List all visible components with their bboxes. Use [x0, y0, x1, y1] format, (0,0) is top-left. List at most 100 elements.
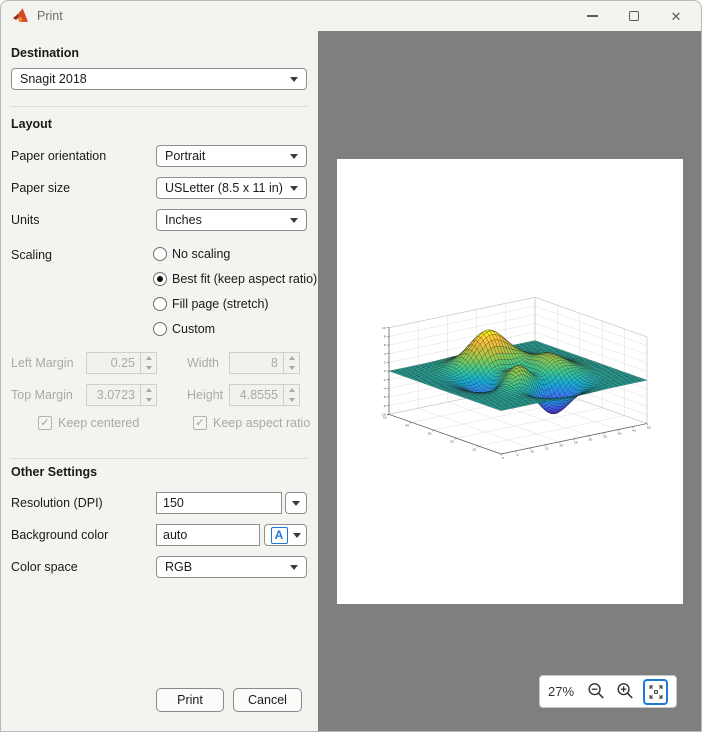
- svg-text:35: 35: [603, 435, 607, 439]
- resolution-dropdown-button[interactable]: [285, 492, 307, 514]
- radio-label: No scaling: [172, 247, 230, 261]
- window-title: Print: [37, 9, 63, 23]
- resolution-value: 150: [163, 496, 184, 510]
- left-margin-stepper[interactable]: 0.25: [86, 352, 157, 374]
- scaling-label: Scaling: [11, 248, 52, 262]
- radio-label: Best fit (keep aspect ratio): [172, 272, 317, 286]
- chevron-down-icon: [290, 77, 298, 82]
- spin-down-icon: [289, 366, 295, 370]
- units-label: Units: [11, 213, 39, 227]
- top-margin-stepper[interactable]: 3.0723: [86, 384, 157, 406]
- svg-text:5: 5: [516, 453, 518, 457]
- svg-text:45: 45: [632, 428, 636, 432]
- minimize-button[interactable]: [571, 1, 613, 31]
- color-space-value: RGB: [165, 560, 290, 574]
- background-color-picker-button[interactable]: A: [264, 524, 307, 546]
- minimize-icon: [587, 15, 598, 16]
- cancel-button[interactable]: Cancel: [233, 688, 302, 712]
- destination-heading: Destination: [11, 46, 79, 60]
- background-color-input[interactable]: auto: [156, 524, 260, 546]
- fit-to-window-icon: [648, 684, 664, 700]
- zoom-out-button[interactable]: [586, 681, 607, 703]
- svg-text:2: 2: [384, 361, 386, 365]
- checkbox-label: Keep centered: [58, 416, 139, 430]
- svg-text:25: 25: [574, 441, 578, 445]
- units-dropdown[interactable]: Inches: [156, 209, 307, 231]
- paper-orientation-dropdown[interactable]: Portrait: [156, 145, 307, 167]
- svg-text:40: 40: [405, 424, 409, 428]
- spinner-buttons[interactable]: [284, 384, 300, 406]
- zoom-in-icon: [616, 682, 635, 701]
- close-button[interactable]: ✕: [655, 1, 697, 31]
- radio-best-fit[interactable]: Best fit (keep aspect ratio): [153, 270, 317, 288]
- color-space-label: Color space: [11, 560, 78, 574]
- maximize-button[interactable]: [613, 1, 655, 31]
- zoom-in-button[interactable]: [615, 681, 636, 703]
- divider: [10, 458, 308, 459]
- resolution-input[interactable]: 150: [156, 492, 282, 514]
- destination-dropdown[interactable]: Snagit 2018: [11, 68, 307, 90]
- spin-up-icon: [289, 388, 295, 392]
- top-margin-label: Top Margin: [11, 388, 73, 402]
- height-stepper[interactable]: 4.8555: [229, 384, 300, 406]
- color-space-dropdown[interactable]: RGB: [156, 556, 307, 578]
- settings-panel: Destination Snagit 2018 Layout Paper ori…: [1, 31, 318, 732]
- print-button[interactable]: Print: [156, 688, 224, 712]
- svg-text:4: 4: [384, 352, 386, 356]
- maximize-icon: [629, 11, 639, 21]
- zoom-toolbar: 27%: [539, 675, 677, 708]
- width-value: 8: [229, 352, 284, 374]
- destination-value: Snagit 2018: [20, 72, 290, 86]
- paper-orientation-value: Portrait: [165, 149, 290, 163]
- keep-centered-checkbox[interactable]: ✓ Keep centered: [38, 416, 139, 430]
- chevron-down-icon: [290, 565, 298, 570]
- resolution-label: Resolution (DPI): [11, 496, 103, 510]
- spin-up-icon: [289, 356, 295, 360]
- height-value: 4.8555: [229, 384, 284, 406]
- svg-text:20: 20: [559, 444, 563, 448]
- svg-text:-6: -6: [383, 395, 386, 399]
- width-label: Width: [187, 356, 219, 370]
- print-dialog-window: Print ✕ Destination Snagit 2018 Layout P…: [0, 0, 702, 732]
- radio-label: Custom: [172, 322, 215, 336]
- svg-text:10: 10: [472, 447, 476, 451]
- background-color-value: auto: [163, 528, 187, 542]
- radio-icon: [153, 322, 167, 336]
- top-margin-value: 3.0723: [86, 384, 141, 406]
- svg-text:30: 30: [588, 438, 592, 442]
- svg-text:-10: -10: [381, 412, 386, 416]
- fit-to-window-button[interactable]: [643, 679, 668, 705]
- titlebar[interactable]: Print ✕: [1, 1, 702, 31]
- svg-text:40: 40: [618, 431, 622, 435]
- layout-heading: Layout: [11, 117, 52, 131]
- matlab-logo-icon: [13, 8, 31, 28]
- keep-aspect-ratio-checkbox[interactable]: ✓ Keep aspect ratio: [193, 416, 310, 430]
- spinner-buttons[interactable]: [284, 352, 300, 374]
- radio-fill-page[interactable]: Fill page (stretch): [153, 295, 269, 313]
- divider: [10, 106, 308, 107]
- checkbox-label: Keep aspect ratio: [213, 416, 310, 430]
- svg-text:0: 0: [384, 369, 386, 373]
- font-color-icon: A: [271, 527, 288, 544]
- svg-text:0: 0: [502, 456, 504, 460]
- radio-icon: [153, 272, 167, 286]
- spinner-buttons[interactable]: [141, 384, 157, 406]
- svg-text:6: 6: [384, 343, 386, 347]
- spin-up-icon: [146, 356, 152, 360]
- chevron-down-icon: [292, 501, 300, 506]
- radio-no-scaling[interactable]: No scaling: [153, 245, 230, 263]
- chevron-down-icon: [290, 154, 298, 159]
- paper-size-dropdown[interactable]: USLetter (8.5 x 11 in): [156, 177, 307, 199]
- svg-text:10: 10: [382, 326, 386, 330]
- width-stepper[interactable]: 8: [229, 352, 300, 374]
- spinner-buttons[interactable]: [141, 352, 157, 374]
- other-settings-heading: Other Settings: [11, 465, 97, 479]
- paper-preview: 051015202530354045501020304050-10-8-6-4-…: [337, 159, 683, 604]
- paper-orientation-label: Paper orientation: [11, 149, 106, 163]
- spin-down-icon: [146, 398, 152, 402]
- radio-custom[interactable]: Custom: [153, 320, 215, 338]
- surface-plot-figure: 051015202530354045501020304050-10-8-6-4-…: [337, 159, 683, 604]
- left-margin-value: 0.25: [86, 352, 141, 374]
- background-color-label: Background color: [11, 528, 108, 542]
- spin-down-icon: [146, 366, 152, 370]
